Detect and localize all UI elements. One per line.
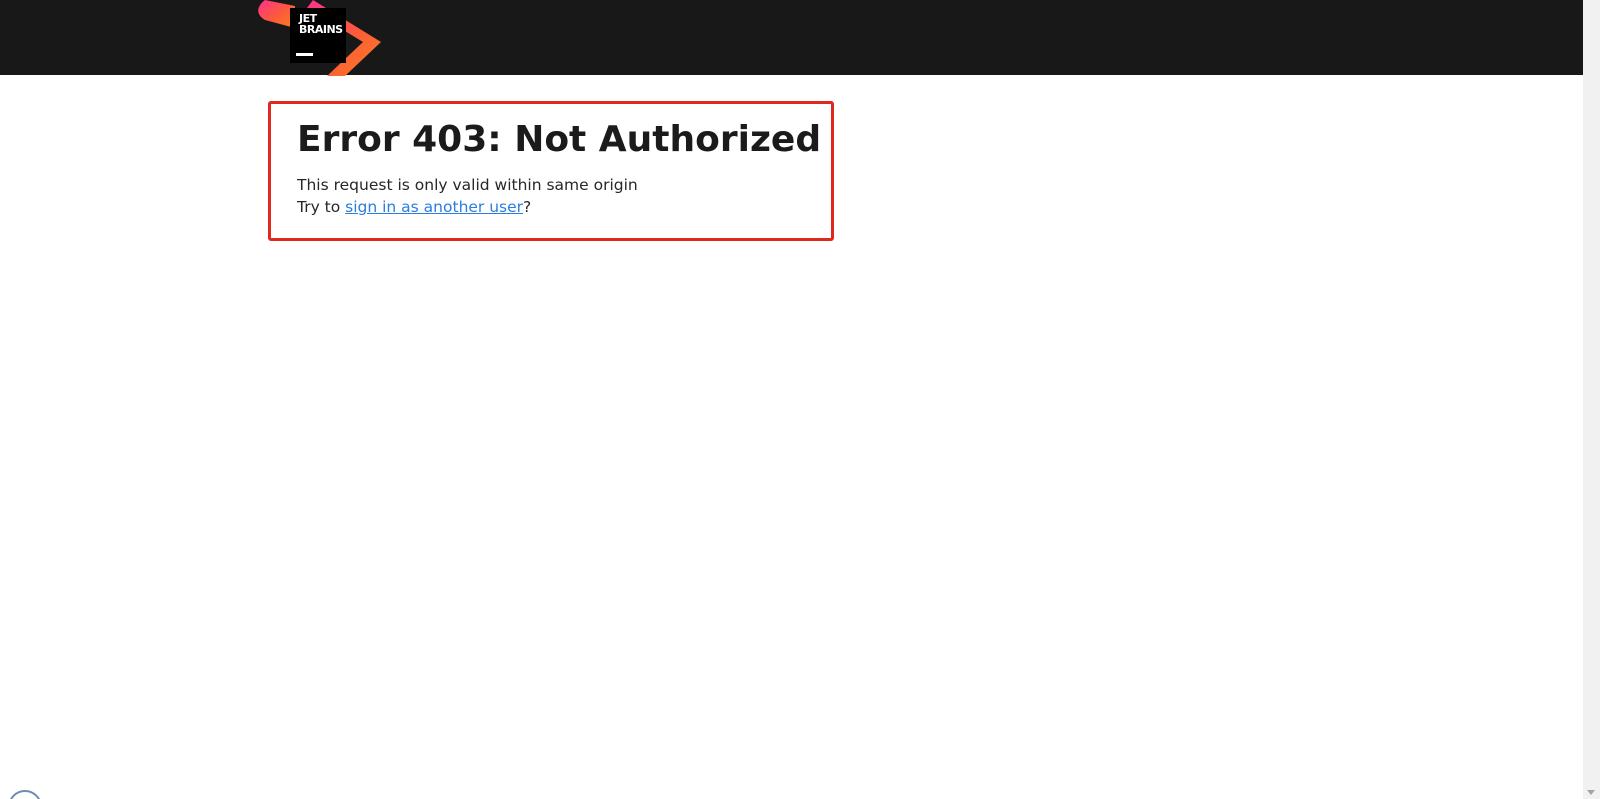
avatar[interactable] — [8, 790, 42, 799]
prompt-prefix: Try to — [297, 198, 346, 216]
error-panel: Error 403: Not Authorized This request i… — [268, 101, 834, 241]
logo-text: JET BRAINS — [299, 13, 349, 35]
error-title: Error 403: Not Authorized — [297, 119, 822, 160]
sign-in-prompt: Try to sign in as another user? — [297, 196, 531, 218]
prompt-suffix: ? — [523, 198, 532, 216]
logo-line-2: BRAINS — [299, 23, 343, 36]
page: JET BRAINS Error 403: Not Authorized Thi… — [0, 0, 1600, 799]
error-message: This request is only valid within same o… — [297, 176, 638, 194]
sign-in-another-user-link[interactable]: sign in as another user — [345, 198, 523, 216]
jetbrains-logo-icon — [258, 0, 381, 76]
scroll-down-arrow-icon[interactable] — [1587, 790, 1595, 795]
header-bar: JET BRAINS — [0, 0, 1583, 76]
vertical-scrollbar[interactable] — [1583, 0, 1600, 799]
jetbrains-logo[interactable]: JET BRAINS — [255, 0, 385, 76]
